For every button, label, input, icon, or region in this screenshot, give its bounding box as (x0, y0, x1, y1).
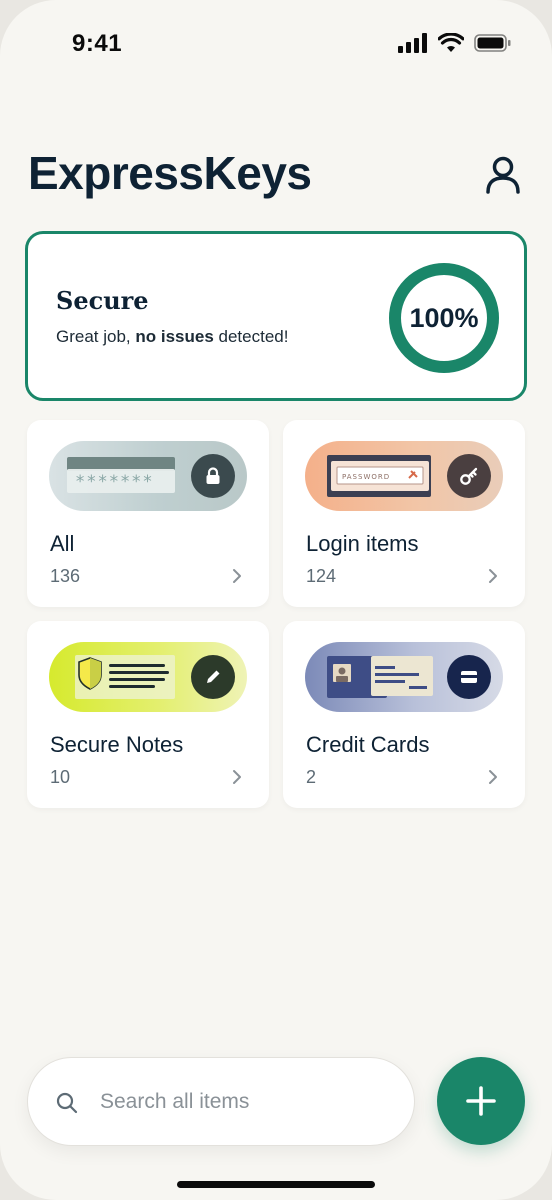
category-card-all[interactable]: ******* All 136 (27, 420, 269, 607)
all-items-illustration: ******* (49, 441, 247, 511)
svg-text:*******: ******* (75, 472, 154, 492)
security-status-title: Secure (56, 286, 149, 315)
category-card-secure-notes[interactable]: Secure Notes 10 (27, 621, 269, 808)
security-score-label: 100% (409, 302, 479, 333)
pencil-icon (207, 670, 220, 683)
category-count: 2 (306, 767, 317, 787)
app-screen: 9:41 ExpressKeys Secure Great job, no is… (0, 0, 552, 1200)
status-icons (398, 33, 512, 53)
home-indicator (177, 1181, 375, 1188)
chevron-right-icon (233, 770, 241, 784)
status-bar: 9:41 (0, 0, 552, 90)
category-count: 124 (306, 566, 337, 586)
add-item-button[interactable] (437, 1057, 525, 1145)
search-icon (56, 1092, 78, 1114)
category-label: Login items (306, 531, 419, 556)
app-title: ExpressKeys (28, 147, 312, 199)
category-count: 10 (50, 767, 71, 787)
lock-icon (206, 467, 220, 484)
svg-text:PASSWORD: PASSWORD (342, 473, 390, 481)
category-count: 136 (50, 566, 81, 586)
person-icon (486, 156, 520, 194)
credit-cards-illustration (305, 642, 503, 712)
category-card-login-items[interactable]: PASSWORD Login items 124 (283, 420, 525, 607)
cellular-signal-icon (398, 33, 427, 53)
key-icon (460, 467, 478, 485)
chevron-right-icon (233, 569, 241, 583)
security-status-description: Great job, no issues detected! (56, 327, 289, 346)
chevron-right-icon (489, 770, 497, 784)
category-label: Credit Cards (306, 732, 430, 757)
profile-button[interactable] (480, 152, 526, 198)
category-label: Secure Notes (50, 732, 184, 757)
status-time: 9:41 (72, 30, 123, 57)
category-label: All (50, 531, 75, 556)
plus-icon (466, 1086, 496, 1116)
category-card-credit-cards[interactable]: Credit Cards 2 (283, 621, 525, 808)
chevron-right-icon (489, 569, 497, 583)
secure-notes-illustration (49, 642, 247, 712)
card-icon (461, 671, 477, 683)
login-items-illustration: PASSWORD (305, 441, 503, 511)
wifi-icon (438, 33, 464, 52)
security-status-card[interactable]: Secure Great job, no issues detected! 10… (25, 231, 527, 401)
battery-icon (474, 34, 511, 52)
search-bar[interactable] (27, 1057, 415, 1146)
search-input[interactable] (100, 1082, 390, 1122)
